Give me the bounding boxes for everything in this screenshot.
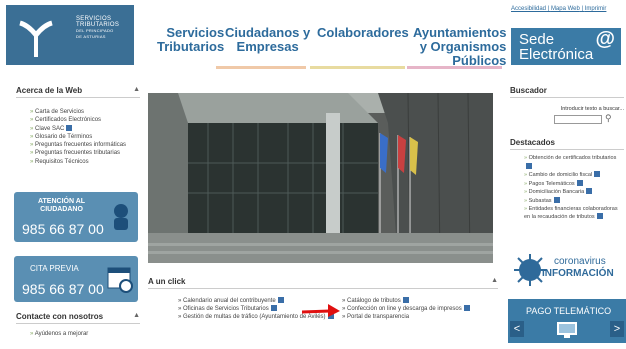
red-arrow-icon (302, 304, 340, 317)
contacte-title: Contacte con nosotros (16, 312, 104, 321)
cita-phone: 985 66 87 00 (22, 281, 104, 297)
list-item[interactable]: Obtención de certificados tributarios (524, 155, 624, 171)
acerca-list: Carta de Servicios Certificados Electrón… (16, 108, 140, 166)
list-item[interactable]: Entidades financieras colaboradoras en l… (524, 206, 624, 222)
list-item[interactable]: Clave SAC (30, 124, 140, 133)
destacados-list: Obtención de certificados tributarios Ca… (510, 155, 624, 222)
list-item[interactable]: Subastas (524, 196, 624, 206)
contacte-heading: Contacte con nosotros ▲ (16, 312, 140, 324)
sede-electronica-button[interactable]: Sede Electrónica @ (511, 28, 621, 65)
corner-arrow-icon: ▲ (133, 86, 140, 93)
buscador-heading: Buscador (510, 86, 624, 98)
building-photo (148, 93, 493, 263)
corona-line2: INFORMACIÓN (542, 268, 614, 279)
at-icon: @ (595, 28, 615, 50)
nav-underline (216, 66, 306, 69)
list-item[interactable]: Pagos Telemáticos (524, 179, 624, 189)
computer-icon (557, 322, 577, 338)
quick-link[interactable]: » Portal de transparencia (342, 313, 502, 321)
pago-label: PAGO TELEMÁTICO (526, 306, 612, 316)
external-link-icon (576, 179, 583, 186)
coronavirus-banner[interactable]: coronavirus INFORMACIÓN (510, 252, 626, 288)
acerca-heading: Acerca de la Web ▲ (16, 86, 140, 98)
corner-arrow-icon: ▲ (491, 277, 498, 284)
corner-arrow-icon: ▲ (133, 312, 140, 319)
contacte-list: Ayúdenos a mejorar (16, 330, 140, 338)
list-item[interactable]: Preguntas frecuentes informáticas (30, 141, 140, 149)
destacados-heading: Destacados (510, 138, 624, 150)
pago-next-button[interactable]: > (610, 321, 624, 337)
search-hint: Introducir texto a buscar... (560, 106, 624, 112)
nav-underline (407, 66, 502, 69)
external-link-icon (594, 171, 601, 178)
list-item[interactable]: Cambio de domicilio fiscal (524, 171, 624, 180)
list-item[interactable]: Preguntas frecuentes tributarias (30, 149, 140, 157)
cita-previa-box[interactable]: CITA PREVIA 985 66 87 00 (14, 256, 138, 302)
list-item[interactable]: Domiciliación Bancaria (524, 188, 624, 197)
atencion-ciudadano-box[interactable]: ATENCIÓN AL CIUDADANO 985 66 87 00 (14, 192, 138, 242)
nav-ayuntamientos[interactable]: Ayuntamientos y Organismos Públicos (413, 26, 506, 68)
external-link-icon (270, 305, 277, 311)
quick-link[interactable]: » Confección on line y descarga de impre… (342, 305, 502, 313)
list-item[interactable]: Glosario de Términos (30, 133, 140, 141)
list-item[interactable]: Ayúdenos a mejorar (30, 330, 140, 338)
imprimir-link[interactable]: Imprimir (585, 6, 607, 12)
nav-colaboradores[interactable]: Colaboradores (317, 26, 409, 40)
external-link-icon (596, 213, 603, 220)
external-link-icon (463, 305, 470, 311)
acerca-title: Acerca de la Web (16, 86, 83, 95)
site-logo[interactable]: SERVICIOS TRIBUTARIOS DEL PRINCIPADO DE … (6, 5, 134, 65)
list-item[interactable]: Requisitos Técnicos (30, 158, 140, 166)
external-link-icon (402, 297, 409, 303)
atencion-phone: 985 66 87 00 (22, 221, 104, 237)
search-icon[interactable]: ⚲ (605, 113, 612, 124)
nav-underline (310, 66, 405, 69)
nav-ciudadanos-empresas[interactable]: Ciudadanos y Empresas (225, 26, 310, 54)
a-un-click-title: A un click (148, 277, 186, 286)
calendar-icon (107, 267, 133, 293)
corona-line1: coronavirus (554, 256, 606, 267)
external-link-icon (586, 188, 593, 195)
external-link-icon (66, 124, 73, 131)
a-un-click-heading: A un click ▲ (148, 277, 498, 289)
headset-icon (114, 204, 128, 230)
logo-symbol-icon (6, 5, 66, 65)
nav-servicios-tributarios[interactable]: Servicios Tributarios (157, 26, 224, 54)
external-link-icon (526, 162, 532, 169)
external-link-icon (553, 196, 560, 203)
accesibilidad-link[interactable]: Accesibilidad (511, 6, 546, 12)
external-link-icon (277, 297, 284, 303)
pago-prev-button[interactable]: < (510, 321, 524, 337)
logo-line: DE ASTURIAS (76, 34, 106, 39)
atencion-label: ATENCIÓN AL CIUDADANO (38, 198, 86, 213)
pago-telematico-banner[interactable]: PAGO TELEMÁTICO < > (508, 299, 626, 343)
search-input[interactable] (554, 115, 602, 124)
mapa-web-link[interactable]: Mapa Web (551, 6, 580, 12)
cita-label: CITA PREVIA (30, 264, 79, 273)
list-item[interactable]: Carta de Servicios (30, 108, 140, 116)
quick-link[interactable]: » Catálogo de tributos (342, 297, 502, 305)
top-links: Accesibilidad | Mapa Web | Imprimir (511, 6, 607, 12)
list-item[interactable]: Certificados Electrónicos (30, 116, 140, 124)
quick-links-right: » Catálogo de tributos » Confección on l… (342, 297, 502, 321)
